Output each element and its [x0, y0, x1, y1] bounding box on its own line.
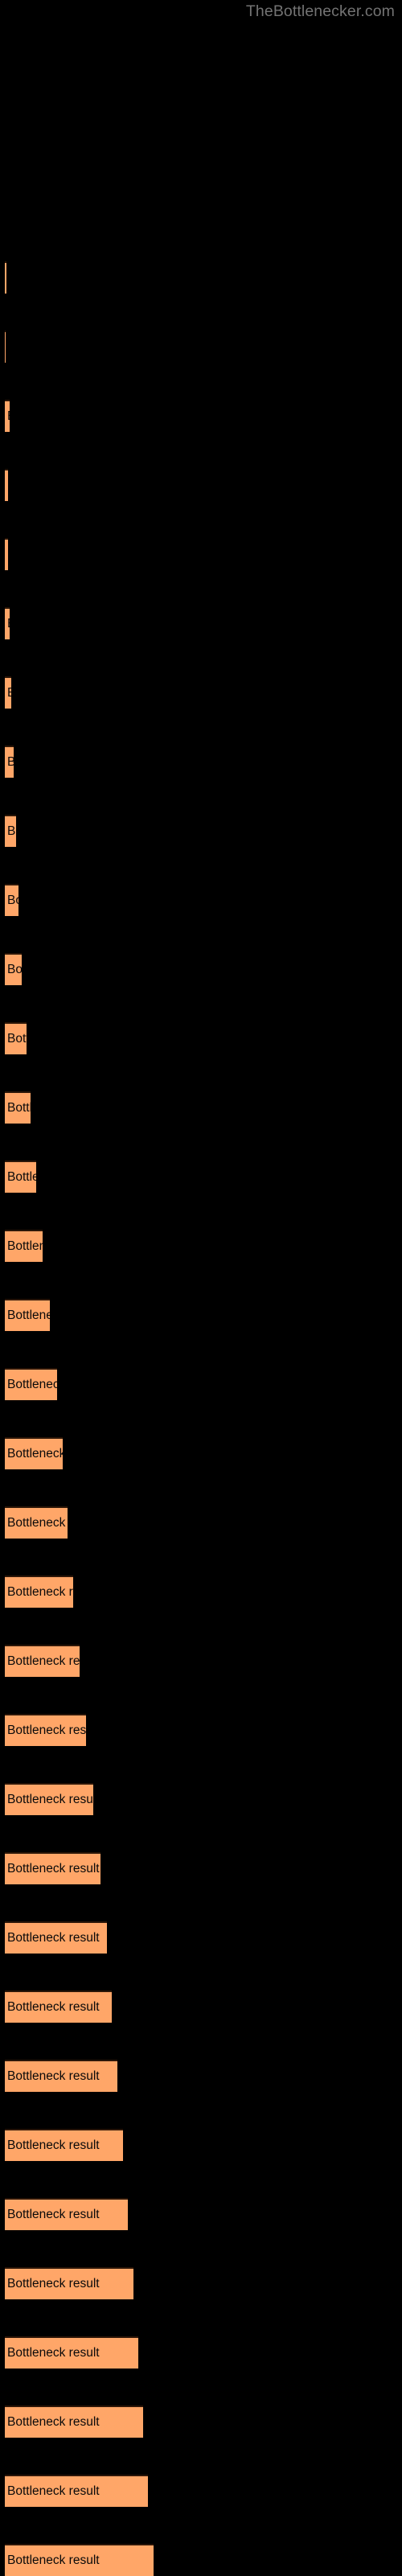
- bar-label: Bottleneck result: [7, 1862, 100, 1876]
- bar[interactable]: Bottleneck result: [5, 2129, 123, 2161]
- bar-label: Bottleneck result: [7, 1931, 100, 1945]
- bar[interactable]: Bottleneck result: [5, 1022, 27, 1054]
- bar-label: Bottleneck result: [7, 548, 8, 562]
- bar[interactable]: Bottleneck result: [5, 538, 8, 570]
- bar-label: Bottleneck result: [7, 1585, 73, 1599]
- bar[interactable]: Bottleneck result: [5, 1645, 80, 1677]
- bar[interactable]: Bottleneck result: [5, 1368, 57, 1400]
- bar[interactable]: Bottleneck result: [5, 331, 6, 363]
- bar-label: Bottleneck result: [7, 1309, 50, 1322]
- bar[interactable]: Bottleneck result: [5, 2336, 138, 2369]
- bar[interactable]: Bottleneck result: [5, 676, 11, 709]
- bar-label: Bottleneck result: [7, 2484, 100, 2498]
- bar[interactable]: Bottleneck result: [5, 746, 14, 778]
- bar[interactable]: Bottleneck result: [5, 953, 22, 985]
- bar-label: Bottleneck result: [7, 1793, 93, 1806]
- bar[interactable]: Bottleneck result: [5, 1437, 63, 1469]
- bar-label: Bottleneck result: [7, 1654, 80, 1668]
- bar[interactable]: Bottleneck result: [5, 2198, 128, 2230]
- bar[interactable]: Bottleneck result: [5, 2405, 143, 2438]
- bar[interactable]: Bottleneck result: [5, 1230, 43, 1262]
- bar-label: Bottleneck result: [7, 1447, 63, 1461]
- bar[interactable]: Bottleneck result: [5, 1091, 31, 1124]
- bar-label: Bottleneck result: [7, 2277, 100, 2290]
- bar[interactable]: Bottleneck result: [5, 1921, 107, 1954]
- bar-label: Bottleneck result: [7, 2138, 100, 2152]
- bar-chart: TheBottlenecker.com Bottleneck resultBot…: [0, 0, 402, 2576]
- bar-label: Bottleneck result: [7, 2069, 100, 2083]
- bar-label: Bottleneck result: [7, 1378, 57, 1391]
- bar-label: Bottleneck result: [7, 1723, 86, 1737]
- bar[interactable]: Bottleneck result: [5, 1714, 86, 1746]
- bar[interactable]: Bottleneck result: [5, 261, 6, 294]
- bar-label: Bottleneck result: [7, 894, 18, 907]
- bar-label: Bottleneck result: [7, 1239, 43, 1253]
- bar[interactable]: Bottleneck result: [5, 400, 10, 432]
- bar-label: Bottleneck result: [7, 963, 22, 976]
- bar-label: Bottleneck result: [7, 409, 10, 424]
- bar[interactable]: Bottleneck result: [5, 2475, 148, 2507]
- bar-label: Bottleneck result: [7, 2000, 100, 2014]
- bar-label: Bottleneck result: [7, 2208, 100, 2221]
- bars-container: Bottleneck result Bottleneck result Bottle…: [0, 0, 402, 2576]
- bar[interactable]: Bottleneck result: [5, 2060, 117, 2092]
- bar-label: Bottleneck result: [7, 1170, 36, 1184]
- bar-label: Bottleneck result: [7, 1516, 68, 1530]
- bar-label: Bottleneck result: [7, 1101, 31, 1115]
- bar[interactable]: Bottleneck result: [5, 884, 18, 916]
- bar[interactable]: Bottleneck result: [5, 1783, 93, 1815]
- bar-label: Bottleneck result: [7, 2553, 100, 2567]
- bar[interactable]: Bottleneck result: [5, 469, 8, 501]
- bar[interactable]: Bottleneck result: [5, 1991, 112, 2023]
- bar[interactable]: Bottleneck result: [5, 1506, 68, 1539]
- bar-label: Bottleneck result: [7, 617, 10, 631]
- bar-label: Bottleneck result: [7, 686, 11, 700]
- bar[interactable]: Bottleneck result: [5, 1852, 100, 1884]
- bar[interactable]: Bottleneck result: [5, 1299, 50, 1331]
- bar[interactable]: Bottleneck result: [5, 2267, 133, 2299]
- bar-label: Bottleneck result: [7, 2415, 100, 2429]
- bar-label: Bottleneck result: [7, 1032, 27, 1046]
- bar-label: Bottleneck result: [7, 824, 16, 838]
- bar-label: Bottleneck result: [7, 479, 8, 493]
- bar[interactable]: Bottleneck result: [5, 1576, 73, 1608]
- bar[interactable]: Bottleneck result: [5, 815, 16, 847]
- bar[interactable]: Bottleneck result: [5, 607, 10, 639]
- bar[interactable]: Bottleneck result: [5, 2544, 154, 2576]
- bar[interactable]: Bottleneck result: [5, 1161, 36, 1193]
- bar-label: Bottleneck result: [7, 2346, 100, 2360]
- bar-label: Bottleneck result: [7, 755, 14, 770]
